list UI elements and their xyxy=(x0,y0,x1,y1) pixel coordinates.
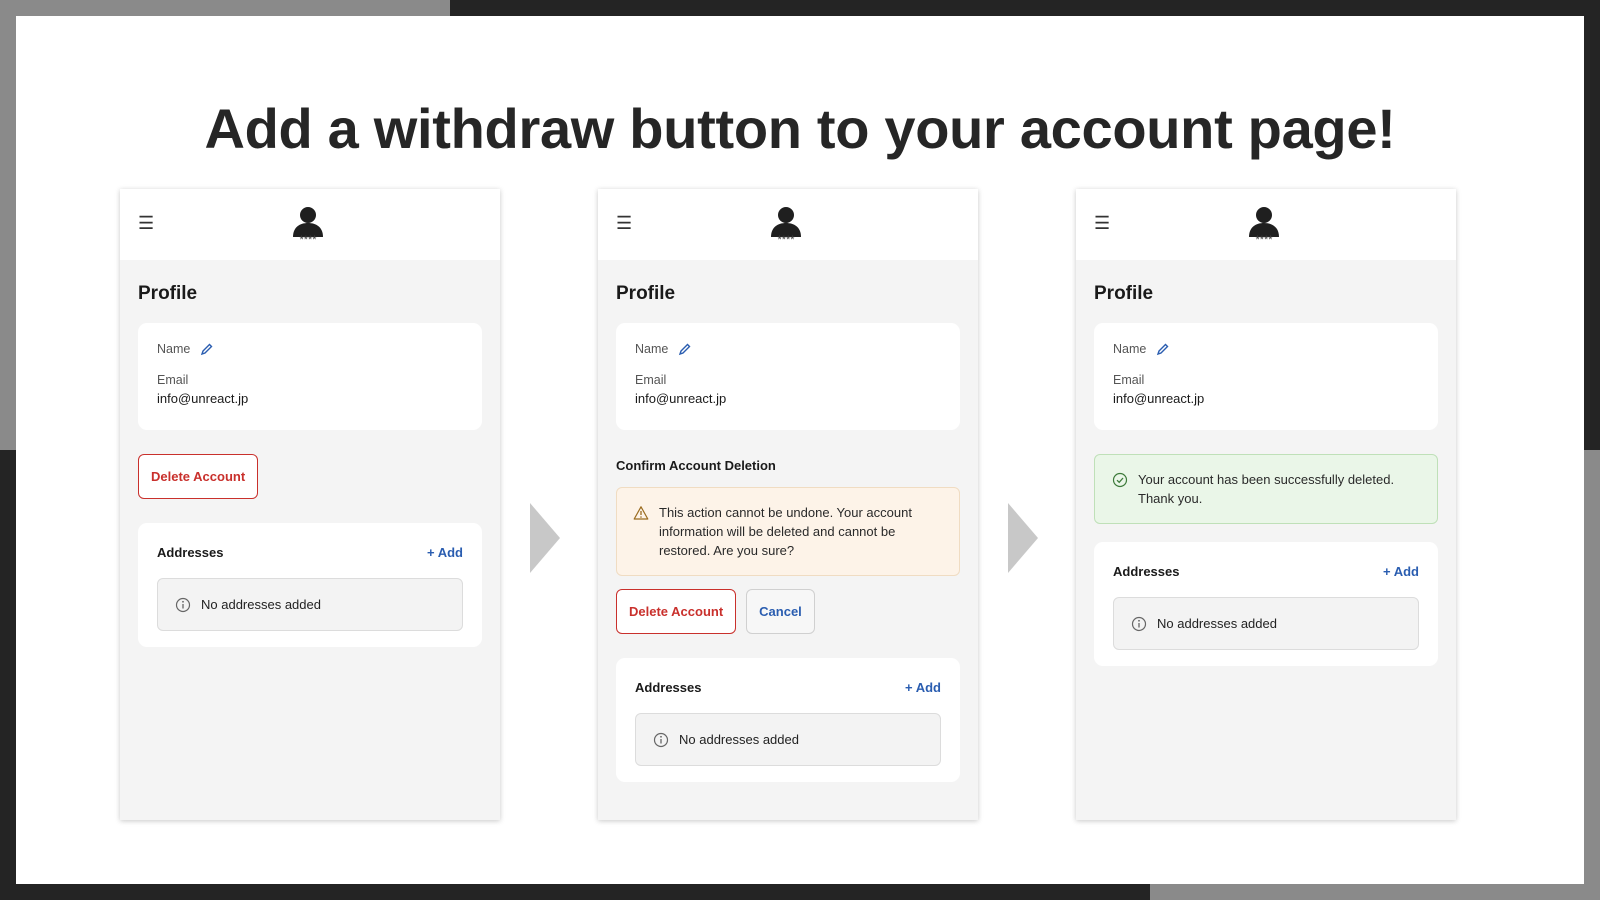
menu-icon[interactable]: ☰ xyxy=(616,213,634,233)
addresses-card: Addresses + Add No addresses added xyxy=(1094,542,1438,666)
empty-addresses-text: No addresses added xyxy=(201,597,321,612)
delete-account-button[interactable]: Delete Account xyxy=(138,454,259,499)
warning-text: This action cannot be undone. Your accou… xyxy=(659,505,912,558)
info-icon xyxy=(653,732,669,747)
arrow-right-icon xyxy=(1008,503,1038,573)
menu-icon[interactable]: ☰ xyxy=(138,213,156,233)
delete-account-button[interactable]: Delete Account xyxy=(616,589,737,634)
empty-addresses-text: No addresses added xyxy=(1157,616,1277,631)
empty-addresses-notice: No addresses added xyxy=(157,578,463,631)
app-header: ☰ **** xyxy=(1076,189,1456,260)
info-icon xyxy=(175,597,191,612)
cancel-button[interactable]: Cancel xyxy=(746,589,815,634)
email-value: info@unreact.jp xyxy=(1113,391,1205,406)
user-logo-icon: **** xyxy=(1249,207,1279,245)
user-logo-icon: **** xyxy=(771,207,801,245)
name-label: Name xyxy=(157,342,191,356)
page-title: Profile xyxy=(1094,283,1154,304)
profile-card: Name Email info@unreact.jp xyxy=(616,323,960,430)
app-header: ☰ **** xyxy=(120,189,500,260)
svg-text:****: **** xyxy=(299,234,317,245)
email-label: Email xyxy=(157,373,189,387)
info-icon xyxy=(1131,616,1147,631)
empty-addresses-text: No addresses added xyxy=(679,732,799,747)
pencil-icon[interactable] xyxy=(200,342,214,356)
empty-addresses-notice: No addresses added xyxy=(1113,597,1419,650)
slide: Add a withdraw button to your account pa… xyxy=(16,16,1584,884)
pencil-icon[interactable] xyxy=(678,342,692,356)
confirm-deletion-title: Confirm Account Deletion xyxy=(616,458,776,473)
name-field: Name xyxy=(157,342,463,356)
addresses-card: Addresses + Add No addresses added xyxy=(138,523,482,647)
phone-screen-3: ☰ **** Profile Name Email info@unreact.j… xyxy=(1076,189,1456,820)
page-title: Profile xyxy=(138,283,198,304)
arrow-right-icon xyxy=(530,503,560,573)
email-value: info@unreact.jp xyxy=(635,391,727,406)
profile-card: Name Email info@unreact.jp xyxy=(138,323,482,430)
addresses-title: Addresses xyxy=(1113,564,1180,579)
email-value: info@unreact.jp xyxy=(157,391,249,406)
add-address-link[interactable]: + Add xyxy=(905,680,941,695)
check-circle-icon xyxy=(1112,472,1128,488)
add-address-link[interactable]: + Add xyxy=(427,545,463,560)
warning-icon xyxy=(633,506,649,520)
user-logo-icon: **** xyxy=(293,207,323,245)
name-field: Name xyxy=(1113,342,1419,356)
phone-screen-2: ☰ **** Profile Name Email info@unreact.j… xyxy=(598,189,978,820)
profile-card: Name Email info@unreact.jp xyxy=(1094,323,1438,430)
email-label: Email xyxy=(1113,373,1145,387)
pencil-icon[interactable] xyxy=(1156,342,1170,356)
empty-addresses-notice: No addresses added xyxy=(635,713,941,766)
svg-text:****: **** xyxy=(777,234,795,245)
email-label: Email xyxy=(635,373,667,387)
addresses-title: Addresses xyxy=(157,545,224,560)
headline: Add a withdraw button to your account pa… xyxy=(204,97,1396,160)
success-alert: Your account has been successfully delet… xyxy=(1094,454,1438,524)
addresses-card: Addresses + Add No addresses added xyxy=(616,658,960,782)
add-address-link[interactable]: + Add xyxy=(1383,564,1419,579)
menu-icon[interactable]: ☰ xyxy=(1094,213,1112,233)
phone-screen-1: ☰ **** Profile Name Email info@unreact.j… xyxy=(120,189,500,820)
svg-text:****: **** xyxy=(1255,234,1273,245)
addresses-title: Addresses xyxy=(635,680,702,695)
app-header: ☰ **** xyxy=(598,189,978,260)
name-field: Name xyxy=(635,342,941,356)
name-label: Name xyxy=(635,342,669,356)
success-text: Your account has been successfully delet… xyxy=(1138,472,1395,506)
name-label: Name xyxy=(1113,342,1147,356)
warning-alert: This action cannot be undone. Your accou… xyxy=(616,487,960,576)
page-title: Profile xyxy=(616,283,676,304)
